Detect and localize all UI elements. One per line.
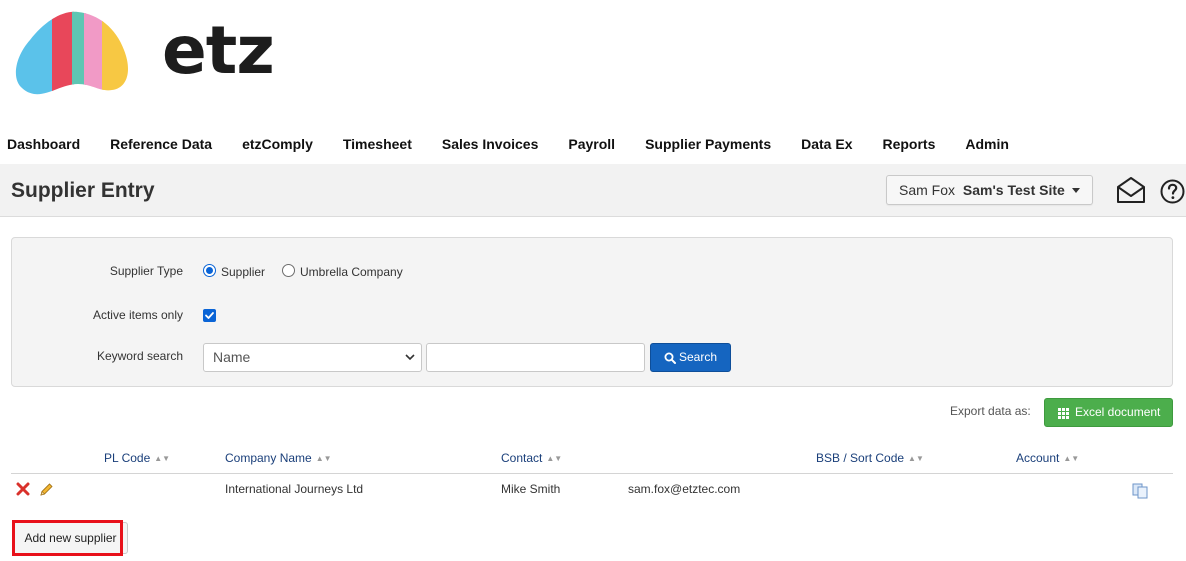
excel-export-button[interactable]: Excel document (1044, 398, 1173, 427)
filter-panel: Supplier Type Supplier Umbrella Company … (11, 237, 1173, 387)
grid-icon (1058, 408, 1069, 419)
nav-sales-invoices[interactable]: Sales Invoices (435, 134, 546, 156)
radio-umbrella-company[interactable] (282, 264, 295, 277)
cell-contact: Mike Smith (501, 482, 561, 496)
nav-etzcomply[interactable]: etzComply (235, 134, 320, 156)
column-header-bsb-sort-code[interactable]: BSB / Sort Code ▲▼ (816, 451, 924, 465)
nav-timesheet[interactable]: Timesheet (336, 134, 419, 156)
cell-email: sam.fox@etztec.com (628, 482, 741, 496)
nav-dashboard[interactable]: Dashboard (0, 134, 87, 156)
sort-icon: ▲▼ (908, 454, 924, 463)
sort-icon: ▲▼ (546, 454, 563, 463)
nav-data-ex[interactable]: Data Ex (794, 134, 859, 156)
envelope-open-icon[interactable] (1115, 175, 1147, 205)
column-header-label: Company Name (225, 451, 312, 465)
column-header-label: PL Code (104, 451, 151, 465)
checkmark-icon (205, 312, 214, 319)
active-items-label: Active items only (92, 308, 183, 322)
active-items-checkbox[interactable] (203, 309, 216, 322)
keyword-field-value: Name (213, 349, 251, 365)
main-nav: Dashboard Reference Data etzComply Times… (0, 134, 1032, 156)
search-icon (664, 352, 676, 364)
keyword-field-select[interactable]: Name (203, 343, 422, 372)
edit-pencil-icon[interactable] (38, 482, 54, 498)
column-header-contact[interactable]: Contact ▲▼ (501, 451, 562, 465)
sort-icon: ▲▼ (315, 454, 332, 463)
radio-umbrella-company-label[interactable]: Umbrella Company (300, 265, 403, 279)
brand-name: etz (162, 12, 275, 89)
radio-supplier[interactable] (203, 264, 216, 277)
radio-supplier-label[interactable]: Supplier (221, 265, 265, 279)
page-title: Supplier Entry (11, 179, 155, 202)
site-name: Sam's Test Site (962, 182, 1065, 198)
excel-button-label: Excel document (1075, 405, 1161, 419)
column-header-label: BSB / Sort Code (816, 451, 905, 465)
sort-icon: ▲▼ (154, 454, 171, 463)
caret-down-icon (1072, 188, 1080, 193)
cell-company-name: International Journeys Ltd (225, 482, 364, 496)
nav-reports[interactable]: Reports (875, 134, 942, 156)
nav-reference-data[interactable]: Reference Data (103, 134, 219, 156)
nav-supplier-payments[interactable]: Supplier Payments (638, 134, 778, 156)
column-header-label: Account (1016, 451, 1060, 465)
brand-logo[interactable]: etz (12, 10, 275, 95)
title-bar: Supplier Entry Sam Fox Sam's Test Site (0, 164, 1186, 217)
help-icon[interactable] (1160, 179, 1185, 204)
search-button-label: Search (679, 350, 718, 364)
nav-payroll[interactable]: Payroll (561, 134, 622, 156)
export-label: Export data as: (950, 404, 1031, 418)
chevron-down-icon (405, 354, 415, 361)
search-button[interactable]: Search (650, 343, 731, 372)
table-header-divider (11, 473, 1173, 474)
delete-icon[interactable] (16, 482, 30, 496)
sort-icon: ▲▼ (1063, 454, 1080, 463)
nav-admin[interactable]: Admin (958, 134, 1016, 156)
column-header-company-name[interactable]: Company Name ▲▼ (225, 451, 332, 465)
site-selector-dropdown[interactable]: Sam Fox Sam's Test Site (886, 175, 1093, 205)
keyword-search-input[interactable] (426, 343, 645, 372)
column-header-account[interactable]: Account ▲▼ (1016, 451, 1079, 465)
column-header-pl-code[interactable]: PL Code ▲▼ (104, 451, 170, 465)
column-header-label: Contact (501, 451, 543, 465)
user-name: Sam Fox (899, 182, 956, 198)
logo-mark-icon (15, 11, 128, 95)
supplier-type-label: Supplier Type (109, 264, 183, 278)
keyword-search-label: Keyword search (96, 349, 183, 363)
add-new-supplier-button[interactable]: Add new supplier (13, 522, 128, 554)
copy-icon[interactable] (1132, 483, 1149, 499)
